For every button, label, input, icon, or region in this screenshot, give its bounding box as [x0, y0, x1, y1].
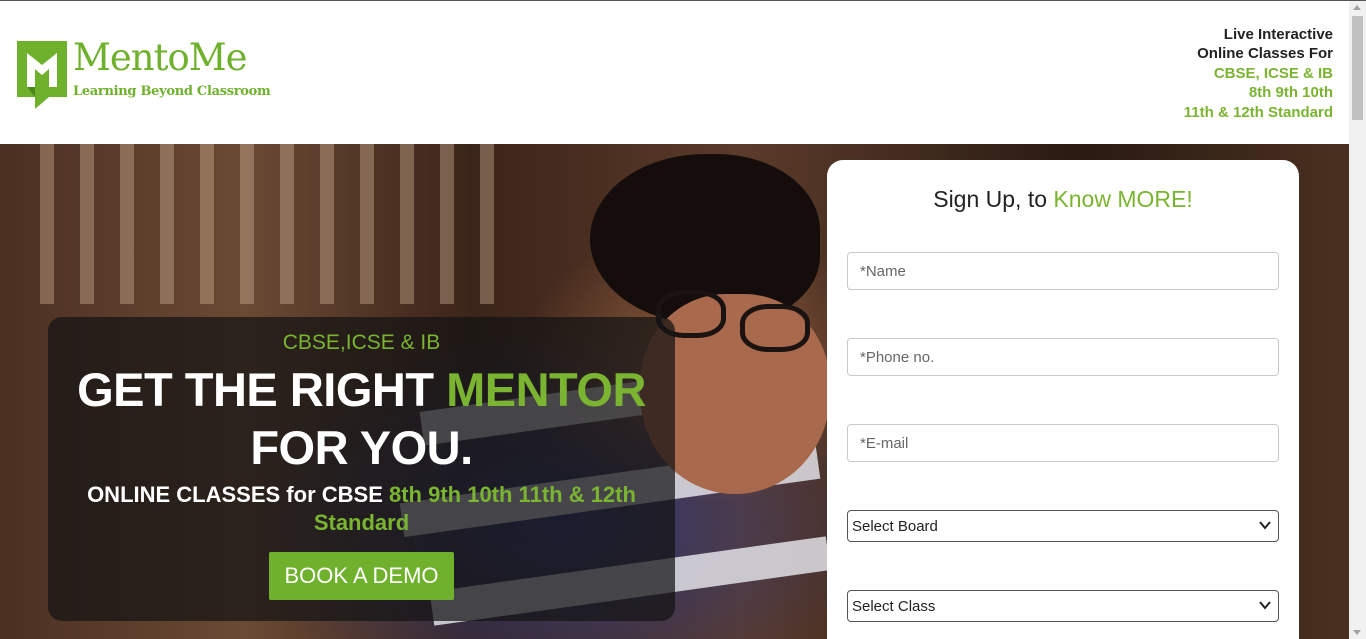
header-info-grades: 8th 9th 10th [1248, 84, 1333, 102]
board-select[interactable]: Select Board [847, 510, 1279, 542]
email-input[interactable] [847, 424, 1279, 462]
header-info-line: Live Interactive [1223, 26, 1333, 43]
chevron-down-icon [1259, 601, 1271, 610]
chevron-down-icon [1259, 521, 1271, 530]
hero-title: GET THE RIGHT MENTOR FOR YOU. [48, 361, 675, 477]
board-select-value: Select Board [852, 517, 938, 535]
header-info-line: Online Classes For [1197, 45, 1333, 63]
name-input[interactable] [847, 252, 1279, 290]
mentome-logo-icon [17, 41, 67, 109]
hero-title-text: GET THE RIGHT [77, 363, 447, 416]
scroll-down-icon[interactable] [1353, 630, 1361, 635]
hero-classes-line: ONLINE CLASSES for CBSE 8th 9th 10th 11t… [48, 481, 675, 537]
signup-title: Sign Up, to Know MORE! [827, 186, 1299, 213]
scrollbar-thumb[interactable] [1352, 16, 1363, 120]
brand-name: MentoMe [73, 36, 248, 79]
hero-classes-prefix: ONLINE CLASSES for CBSE [87, 482, 389, 507]
hero-title-text: FOR YOU. [250, 421, 473, 474]
scroll-up-icon[interactable] [1353, 5, 1361, 10]
phone-input[interactable] [847, 338, 1279, 376]
book-demo-button[interactable]: BOOK A DEMO [269, 552, 454, 600]
signup-title-text: Sign Up, to [933, 186, 1054, 212]
brand-logo[interactable]: MentoMe Learning Beyond Classroom [15, 36, 271, 111]
header-class-info: Live Interactive Online Classes For CBSE… [1184, 25, 1333, 122]
hero-text-panel: CBSE,ICSE & IB GET THE RIGHT MENTOR FOR … [48, 317, 675, 621]
page-scrollbar[interactable] [1349, 1, 1366, 639]
signup-title-highlight: Know MORE! [1053, 186, 1193, 212]
header-info-boards: CBSE, ICSE & IB [1213, 64, 1333, 82]
hero-banner: CBSE,ICSE & IB GET THE RIGHT MENTOR FOR … [0, 144, 1349, 639]
signup-form: Sign Up, to Know MORE! Select Board Sele… [827, 160, 1299, 639]
site-header: MentoMe Learning Beyond Classroom Live I… [0, 1, 1349, 144]
hero-subheading: CBSE,ICSE & IB [282, 331, 441, 354]
class-select[interactable]: Select Class [847, 590, 1279, 622]
header-info-grades: 11th & 12th Standard [1183, 103, 1333, 121]
brand-tagline: Learning Beyond Classroom [73, 84, 271, 99]
hero-title-highlight: MENTOR [446, 363, 646, 416]
class-select-value: Select Class [852, 597, 936, 615]
